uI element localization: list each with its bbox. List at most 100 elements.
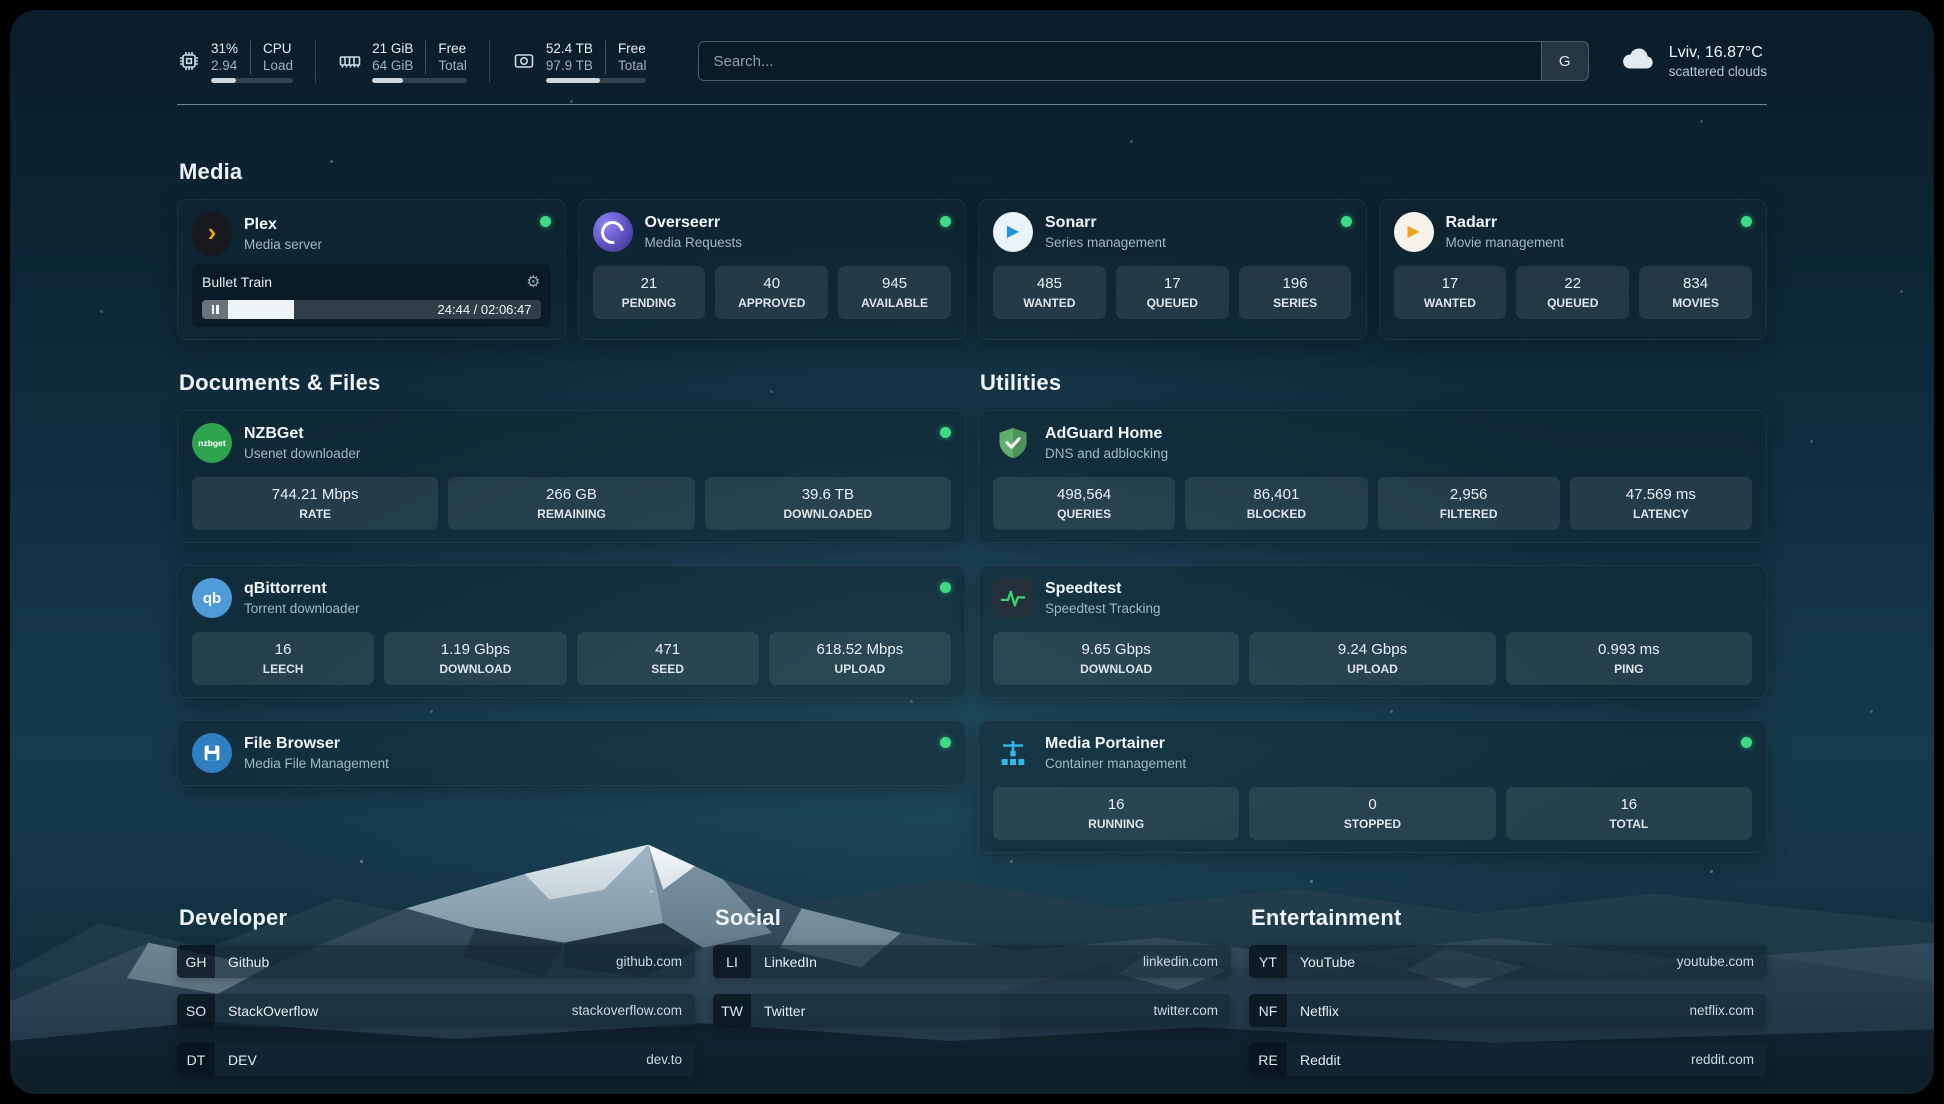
stat-value: 498,564 <box>999 485 1169 504</box>
plex-icon: › <box>192 212 232 256</box>
status-dot <box>540 216 551 227</box>
developer-section: Developer GH Github github.com SO StackO… <box>177 905 695 1076</box>
bookmark-github[interactable]: GH Github github.com <box>177 945 695 978</box>
stat-value: 9.65 Gbps <box>999 640 1233 659</box>
sonarr-icon: ▶ <box>993 212 1033 252</box>
cpu-chip-icon <box>177 49 201 73</box>
media-section: Media › Plex Media server Bullet Tr <box>177 159 1767 340</box>
nzbget-icon: nzbget <box>192 423 232 463</box>
bookmark-name: Reddit <box>1287 1052 1340 1068</box>
stat-downloaded: 39.6 TB DOWNLOADED <box>705 477 951 530</box>
stat-queued: 17 QUEUED <box>1116 266 1229 319</box>
utilities-section-title: Utilities <box>980 370 1767 396</box>
stat-upload: 618.52 Mbps UPLOAD <box>769 632 951 685</box>
stat-value: 9.24 Gbps <box>1255 640 1489 659</box>
stat-ping: 0.993 ms PING <box>1506 632 1752 685</box>
stat-download: 1.19 Gbps DOWNLOAD <box>384 632 566 685</box>
stat-total: 16 TOTAL <box>1506 787 1752 840</box>
stat-label: DOWNLOAD <box>390 662 560 677</box>
stat-label: DOWNLOAD <box>999 662 1233 677</box>
status-dot <box>1741 737 1752 748</box>
stat-value: 16 <box>198 640 368 659</box>
stat-label: TOTAL <box>1512 817 1746 832</box>
search-bar[interactable]: G <box>698 41 1588 81</box>
stat-value: 2,956 <box>1384 485 1554 504</box>
app-subtitle: Media Requests <box>645 234 743 251</box>
status-dot <box>1741 216 1752 227</box>
pause-icon[interactable] <box>202 300 228 319</box>
bookmark-dev[interactable]: DT DEV dev.to <box>177 1043 695 1076</box>
search-input[interactable] <box>699 42 1540 80</box>
app-title: File Browser <box>244 734 389 754</box>
qbittorrent-card[interactable]: qb qBittorrent Torrent downloader 16 LEE… <box>177 565 966 698</box>
stat-value: 744.21 Mbps <box>198 485 432 504</box>
bookmark-url: youtube.com <box>1677 954 1767 969</box>
stat-label: DOWNLOADED <box>711 507 945 522</box>
stat-label: LEECH <box>198 662 368 677</box>
topbar-divider <box>177 104 1767 105</box>
nzbget-card[interactable]: nzbget NZBGet Usenet downloader 744.21 M… <box>177 410 966 543</box>
sonarr-card[interactable]: ▶ Sonarr Series management 485 WANTED <box>978 199 1367 340</box>
now-playing-title: Bullet Train <box>202 274 272 290</box>
disk-label-bottom: Total <box>618 57 647 74</box>
overseerr-card[interactable]: Overseerr Media Requests 21 PENDING 40 A… <box>578 199 967 340</box>
app-title: Sonarr <box>1045 213 1166 233</box>
adguard-card[interactable]: AdGuard Home DNS and adblocking 498,564 … <box>978 410 1767 543</box>
gear-icon[interactable]: ⚙ <box>526 272 540 292</box>
stat-rate: 744.21 Mbps RATE <box>192 477 438 530</box>
filebrowser-card[interactable]: File Browser Media File Management <box>177 720 966 786</box>
documents-section-title: Documents & Files <box>179 370 966 396</box>
bookmark-stackoverflow[interactable]: SO StackOverflow stackoverflow.com <box>177 994 695 1027</box>
status-dot <box>1341 216 1352 227</box>
bookmark-url: reddit.com <box>1691 1052 1767 1067</box>
cpu-label-top: CPU <box>263 40 293 57</box>
portainer-crane-icon <box>993 733 1033 773</box>
status-dot <box>940 216 951 227</box>
media-section-title: Media <box>179 159 1767 185</box>
cpu-progress-bar <box>211 78 293 83</box>
playback-progress-bar[interactable]: 24:44 / 02:06:47 <box>202 300 541 319</box>
top-bar: 31% 2.94 CPU Load <box>177 32 1767 90</box>
bookmark-abbr: SO <box>177 994 215 1027</box>
status-dot <box>940 427 951 438</box>
stat-value: 17 <box>1400 274 1501 293</box>
plex-card[interactable]: › Plex Media server Bullet Train ⚙ <box>177 199 566 340</box>
system-widgets: 31% 2.94 CPU Load <box>177 40 668 83</box>
stat-label: LATENCY <box>1576 507 1746 522</box>
bookmark-abbr: RE <box>1249 1043 1287 1076</box>
memory-label-bottom: Total <box>438 57 467 74</box>
weather-condition: scattered clouds <box>1669 63 1767 80</box>
stat-label: QUEUED <box>1122 296 1223 311</box>
bookmark-youtube[interactable]: YT YouTube youtube.com <box>1249 945 1767 978</box>
stat-value: 618.52 Mbps <box>775 640 945 659</box>
stat-label: FILTERED <box>1384 507 1554 522</box>
stat-value: 16 <box>999 795 1233 814</box>
bookmark-abbr: TW <box>713 994 751 1027</box>
app-title: Overseerr <box>645 213 743 233</box>
stat-label: QUEUED <box>1522 296 1623 311</box>
search-engine-button[interactable]: G <box>1541 42 1588 80</box>
bookmark-netflix[interactable]: NF Netflix netflix.com <box>1249 994 1767 1027</box>
bookmark-reddit[interactable]: RE Reddit reddit.com <box>1249 1043 1767 1076</box>
stat-label: SERIES <box>1245 296 1346 311</box>
stat-download: 9.65 Gbps DOWNLOAD <box>993 632 1239 685</box>
cpu-label-bottom: Load <box>263 57 293 74</box>
disk-label-top: Free <box>618 40 647 57</box>
status-dot <box>940 737 951 748</box>
radarr-card[interactable]: ▶ Radarr Movie management 17 WANTED <box>1379 199 1768 340</box>
stat-value: 0 <box>1255 795 1489 814</box>
app-subtitle: Movie management <box>1446 234 1565 251</box>
app-subtitle: Torrent downloader <box>244 600 360 617</box>
portainer-card[interactable]: Media Portainer Container management 16 … <box>978 720 1767 853</box>
bookmark-twitter[interactable]: TW Twitter twitter.com <box>713 994 1231 1027</box>
speedtest-card[interactable]: Speedtest Speedtest Tracking 9.65 Gbps D… <box>978 565 1767 698</box>
stat-label: RATE <box>198 507 432 522</box>
bookmark-url: github.com <box>616 954 695 969</box>
stat-value: 196 <box>1245 274 1346 293</box>
app-subtitle: Series management <box>1045 234 1166 251</box>
social-section: Social LI LinkedIn linkedin.com TW Twitt… <box>713 905 1231 1076</box>
stat-label: QUERIES <box>999 507 1169 522</box>
bookmark-linkedin[interactable]: LI LinkedIn linkedin.com <box>713 945 1231 978</box>
stat-running: 16 RUNNING <box>993 787 1239 840</box>
stat-movies: 834 MOVIES <box>1639 266 1752 319</box>
